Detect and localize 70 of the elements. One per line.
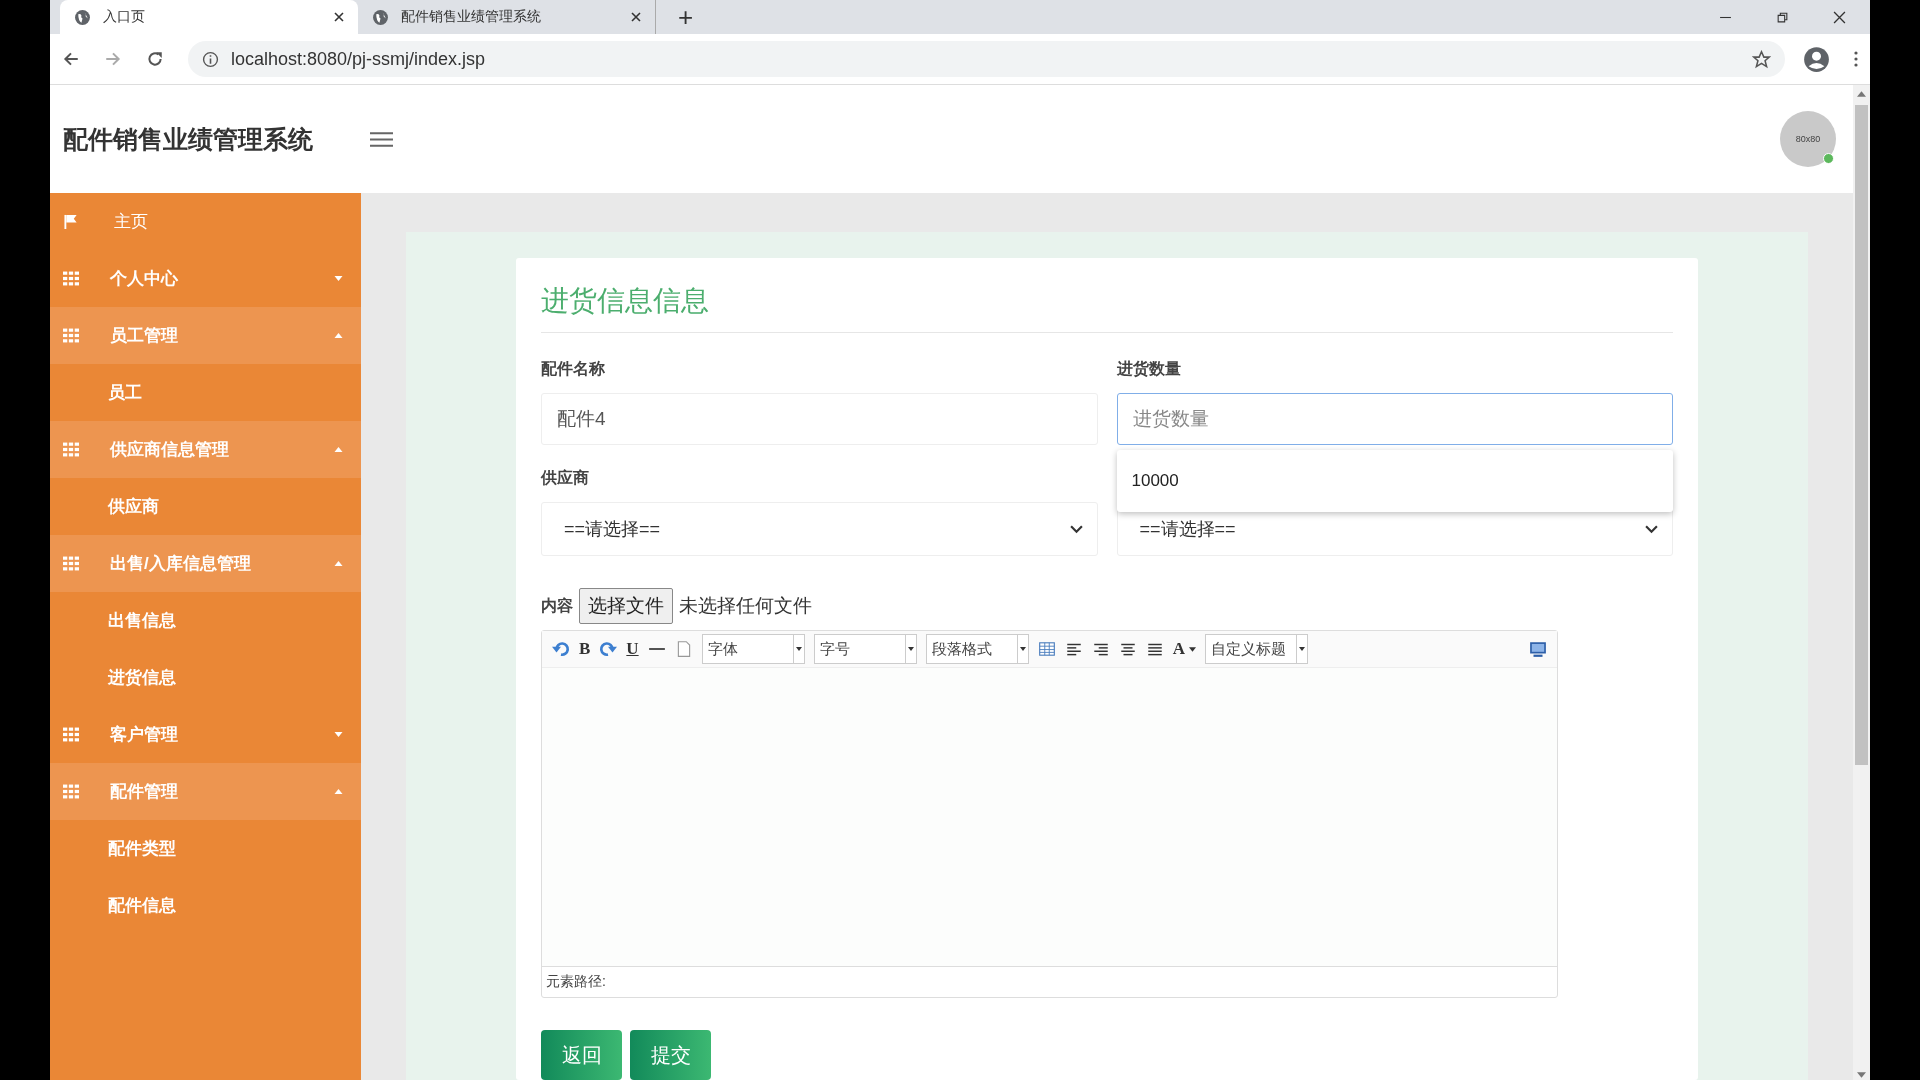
caret-icon [1188,646,1196,652]
grid-icon [63,784,79,799]
browser-tab[interactable]: 入口页 [60,0,358,34]
tab-title: 配件销售业绩管理系统 [401,8,542,26]
select-field[interactable]: ==请选择== [541,502,1098,556]
text-field[interactable]: 进货数量 [1116,393,1673,445]
undo-icon[interactable] [552,640,570,658]
field-label: 供应商 [541,468,590,488]
chevron-icon [1645,524,1658,534]
format-button[interactable]: U [626,639,639,659]
caret-icon [907,647,914,651]
flag-icon [63,214,79,229]
address-bar[interactable]: localhost:8080/pj-ssmj/index.jsp [188,41,1785,77]
caret-icon [1298,647,1305,651]
caret-icon [334,333,343,338]
close-icon[interactable] [631,12,641,22]
toolbar-dropdown[interactable]: 自定义标题 [1204,634,1308,664]
restore-icon[interactable] [1776,10,1789,24]
globe-icon [74,8,91,26]
caret-icon [795,647,802,651]
globe-icon [372,8,389,26]
back-icon[interactable] [62,50,80,68]
grid-icon [63,727,79,742]
text-field[interactable]: 配件4 [541,393,1098,445]
grid-icon [63,328,79,343]
chevron-icon [1069,524,1083,534]
suggestion-item[interactable]: 10000 [1116,450,1673,512]
info-icon [202,50,219,68]
caret-icon [334,789,343,794]
table-icon[interactable] [1037,640,1056,658]
url-text: localhost:8080/pj-ssmj/index.jsp [231,48,487,70]
close-icon[interactable] [334,12,344,22]
reload-icon[interactable] [146,50,164,68]
tab-title: 入口页 [103,8,146,26]
grid-icon [63,442,79,457]
star-icon[interactable] [1752,49,1771,69]
toolbar-dropdown[interactable]: 字号 [813,634,917,664]
caret-icon [334,561,343,566]
caret-icon [334,732,343,737]
caret-icon [334,276,343,281]
element-path-label: 元素路径: [546,973,606,991]
form-button[interactable]: 提交 [630,1030,711,1080]
account-icon[interactable] [1803,45,1830,73]
menu-icon[interactable] [1854,51,1858,67]
form-button[interactable]: 返回 [541,1030,622,1080]
redo-icon[interactable] [599,640,618,658]
scrollbar-thumb[interactable] [1855,105,1868,765]
close-icon[interactable] [1833,10,1846,24]
caret-icon [334,447,343,452]
toolbar-dropdown[interactable]: 字体 [701,634,805,664]
field-label: 内容 [541,595,573,616]
menu-icon[interactable] [370,130,393,148]
field-label: 配件名称 [541,359,606,379]
grid-icon [63,556,79,571]
format-button[interactable]: B [579,639,591,659]
caret-icon [1019,647,1026,651]
field-label: 进货数量 [1116,359,1182,380]
new-tab-button[interactable]: + [678,2,694,32]
scroll-down-icon[interactable] [1857,1072,1866,1078]
form-title: 进货信息信息 [541,282,1673,333]
app-title: 配件销售业绩管理系统 [63,123,313,155]
file-status: 未选择任何文件 [679,594,812,618]
choose-file-button[interactable]: 选择文件 [579,588,673,624]
scroll-up-icon[interactable] [1857,91,1866,97]
monitor-icon[interactable] [1529,640,1547,658]
toolbar-dropdown[interactable]: 段落格式 [925,634,1029,664]
format-button[interactable]: A [1172,639,1196,659]
avatar[interactable]: 80x80 [1780,111,1836,167]
grid-icon [63,271,79,286]
browser-tab[interactable]: 配件销售业绩管理系统 [358,0,656,34]
